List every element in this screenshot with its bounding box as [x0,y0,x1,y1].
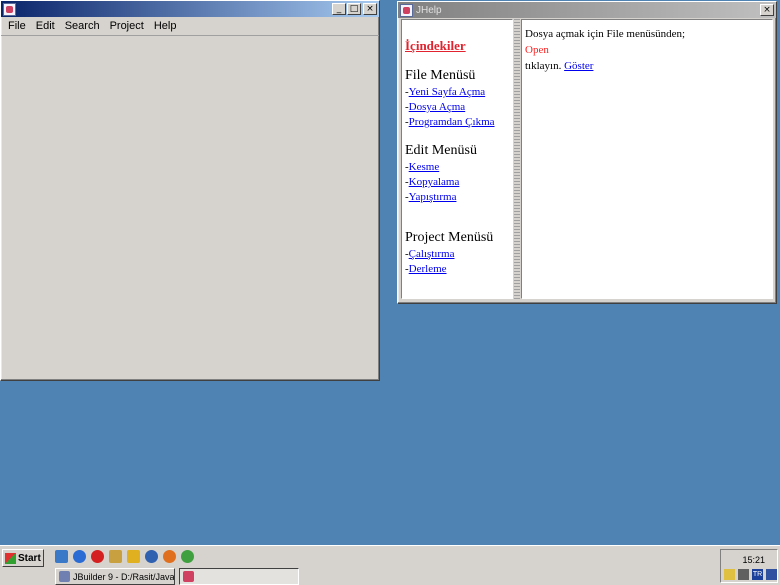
system-tray: 15:21 TR [720,549,778,583]
maximize-button[interactable]: □ [347,3,361,15]
toc-link-paste[interactable]: Yapıştırma [409,191,457,203]
show-link[interactable]: Göster [564,60,593,72]
toc-item: -Yapıştırma [405,191,457,203]
toc-item: -Kesme [405,161,440,173]
content-line-3: tıklayın. Göster [525,60,594,72]
start-button[interactable]: Start [2,549,44,567]
toc-title[interactable]: İçindekiler [405,38,512,54]
taskbar-button-jbuilder[interactable]: JBuilder 9 - D:/Rasit/Java/... [55,568,175,585]
toc-link-copy[interactable]: Kopyalama [409,176,460,188]
editor-client-area[interactable] [3,37,377,378]
firefox-icon[interactable] [163,550,176,563]
split-pane-divider[interactable] [514,19,520,299]
toc-item: -Kopyalama [405,176,460,188]
opera-icon[interactable] [91,550,104,563]
jbuilder-icon [59,571,70,582]
toc-link-exit[interactable]: Programdan Çıkma [409,116,495,128]
windows-logo-icon [5,552,16,564]
menu-bar: File Edit Search Project Help [1,17,379,36]
network-icon[interactable] [724,569,735,580]
help-app-icon [400,3,413,17]
jhelp-task-icon [183,571,194,582]
help-window: JHelp × İçindekiler File Menüsü -Yeni Sa… [397,1,777,304]
quick-launch [55,550,199,563]
taskbar-button-jhelp[interactable] [179,568,299,585]
menu-project[interactable]: Project [105,20,149,32]
close-button[interactable]: × [363,3,377,15]
editor-window: _ □ × File Edit Search Project Help [0,0,380,381]
toc-item: -Programdan Çıkma [405,116,495,128]
content-open-word: Open [525,44,549,56]
toc-link-compile[interactable]: Derleme [409,263,447,275]
menu-file[interactable]: File [3,20,31,32]
toc-item: -Çalıştırma [405,248,455,260]
minimize-button[interactable]: _ [332,3,346,15]
toc-link-open-file[interactable]: Dosya Açma [409,101,466,113]
editor-titlebar[interactable]: _ □ × [1,1,379,17]
toc-pane[interactable]: İçindekiler File Menüsü -Yeni Sayfa Açma… [401,19,513,299]
winamp-icon[interactable] [127,550,140,563]
help-titlebar[interactable]: JHelp × [398,2,776,18]
menu-help[interactable]: Help [149,20,182,32]
toc-heading-edit: Edit Menüsü [405,143,477,158]
app-icon [3,2,16,16]
volume-icon[interactable] [738,569,749,580]
help-title: JHelp [416,4,442,16]
toc-heading-project: Project Menüsü [405,230,494,245]
toc-link-cut[interactable]: Kesme [409,161,440,173]
toc-item: -Yeni Sayfa Açma [405,86,486,98]
desktop-icon[interactable] [55,550,68,563]
content-line-1: Dosya açmak için File menüsünden; [525,28,686,40]
toc-link-new-page[interactable]: Yeni Sayfa Açma [409,86,485,98]
taskbar: Start JBuilder 9 - D:/Rasit/Java/... 15:… [0,545,780,585]
toc-link-run[interactable]: Çalıştırma [409,248,455,260]
menu-search[interactable]: Search [60,20,105,32]
ie-icon[interactable] [73,550,86,563]
globe-icon[interactable] [145,550,158,563]
menu-edit[interactable]: Edit [31,20,60,32]
messenger-icon[interactable] [181,550,194,563]
explorer-icon[interactable] [109,550,122,563]
clock[interactable]: 15:21 [742,555,765,565]
content-text: Dosya açmak için File menüsünden; Open t… [522,20,772,80]
tray-app-icon[interactable] [766,569,777,580]
content-pane[interactable]: Dosya açmak için File menüsünden; Open t… [521,19,773,299]
toc-item: -Derleme [405,263,447,275]
help-close-button[interactable]: × [760,4,774,16]
toc-item: -Dosya Açma [405,101,466,113]
language-indicator[interactable]: TR [752,569,763,580]
toc-heading-file: File Menüsü [405,68,476,83]
